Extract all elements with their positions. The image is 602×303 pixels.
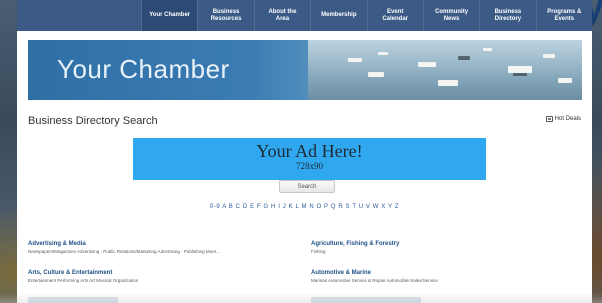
search-button[interactable]: Search	[279, 180, 335, 193]
ad-title: Your Ad Here!	[256, 141, 363, 161]
page-title: Business Directory Search	[28, 115, 158, 127]
hot-deals-link[interactable]: Hot Deals	[545, 116, 581, 122]
boat-image	[513, 73, 527, 76]
boat-image	[483, 48, 492, 51]
category-subcategories[interactable]: Entertainment Performing Arts Art Musica…	[28, 277, 298, 284]
category-subcategories[interactable]: Marinas Automotive Service & Repair Auto…	[311, 277, 581, 284]
banner-lake-photo	[308, 40, 582, 100]
category-title[interactable]: Advertising & Media	[28, 240, 298, 248]
ad-size: 728x90	[296, 161, 323, 171]
boat-image	[418, 62, 436, 67]
nav-business-resources[interactable]: Business Resources	[197, 0, 253, 31]
category-advertising-media: Advertising & Media Newspapers/Magazines…	[28, 240, 298, 255]
category-title[interactable]: Automotive & Marine	[311, 269, 581, 277]
nav-spacer	[17, 0, 141, 31]
ad-banner[interactable]: Your Ad Here! 728x90	[133, 138, 486, 180]
boat-image	[558, 78, 572, 83]
hot-deals-label: Hot Deals	[554, 116, 581, 122]
nav-community-news[interactable]: Community News	[422, 0, 479, 31]
boat-image	[438, 80, 458, 86]
boat-image	[508, 66, 532, 73]
category-automotive-marine: Automotive & Marine Marinas Automotive S…	[311, 269, 581, 284]
bottom-fade	[0, 293, 602, 303]
category-subcategories[interactable]: Newspapers/Magazines Advertising - Publi…	[28, 248, 298, 255]
nav-your-chamber[interactable]: Your Chamber	[141, 0, 198, 31]
boat-image	[348, 58, 362, 62]
boat-image	[458, 56, 470, 60]
category-title[interactable]: Agriculture, Fishing & Forestry	[311, 240, 581, 248]
chamber-webpage: Your Chamber Business Resources About th…	[17, 0, 592, 303]
boat-image	[543, 54, 555, 58]
category-arts-culture: Arts, Culture & Entertainment Entertainm…	[28, 269, 298, 284]
nav-membership[interactable]: Membership	[310, 0, 366, 31]
nav-programs-events[interactable]: Programs & Events	[535, 0, 592, 31]
category-title[interactable]: Arts, Culture & Entertainment	[28, 269, 298, 277]
header-banner: Your Chamber	[28, 40, 582, 100]
alphabet-filter[interactable]: 0-9 A B C D E F G H I J K L M N O P Q R …	[17, 204, 592, 210]
category-subcategories[interactable]: Fishing	[311, 248, 581, 255]
category-agriculture: Agriculture, Fishing & Forestry Fishing	[311, 240, 581, 255]
nav-event-calendar[interactable]: Event Calendar	[366, 0, 423, 31]
nav-about-the-area[interactable]: About the Area	[253, 0, 310, 31]
nav-business-directory[interactable]: Business Directory	[479, 0, 535, 31]
boat-image	[378, 52, 388, 55]
top-navigation: Your Chamber Business Resources About th…	[17, 0, 592, 31]
boat-image	[368, 72, 384, 77]
hot-deals-icon	[545, 116, 553, 122]
banner-title: Your Chamber	[57, 54, 230, 84]
